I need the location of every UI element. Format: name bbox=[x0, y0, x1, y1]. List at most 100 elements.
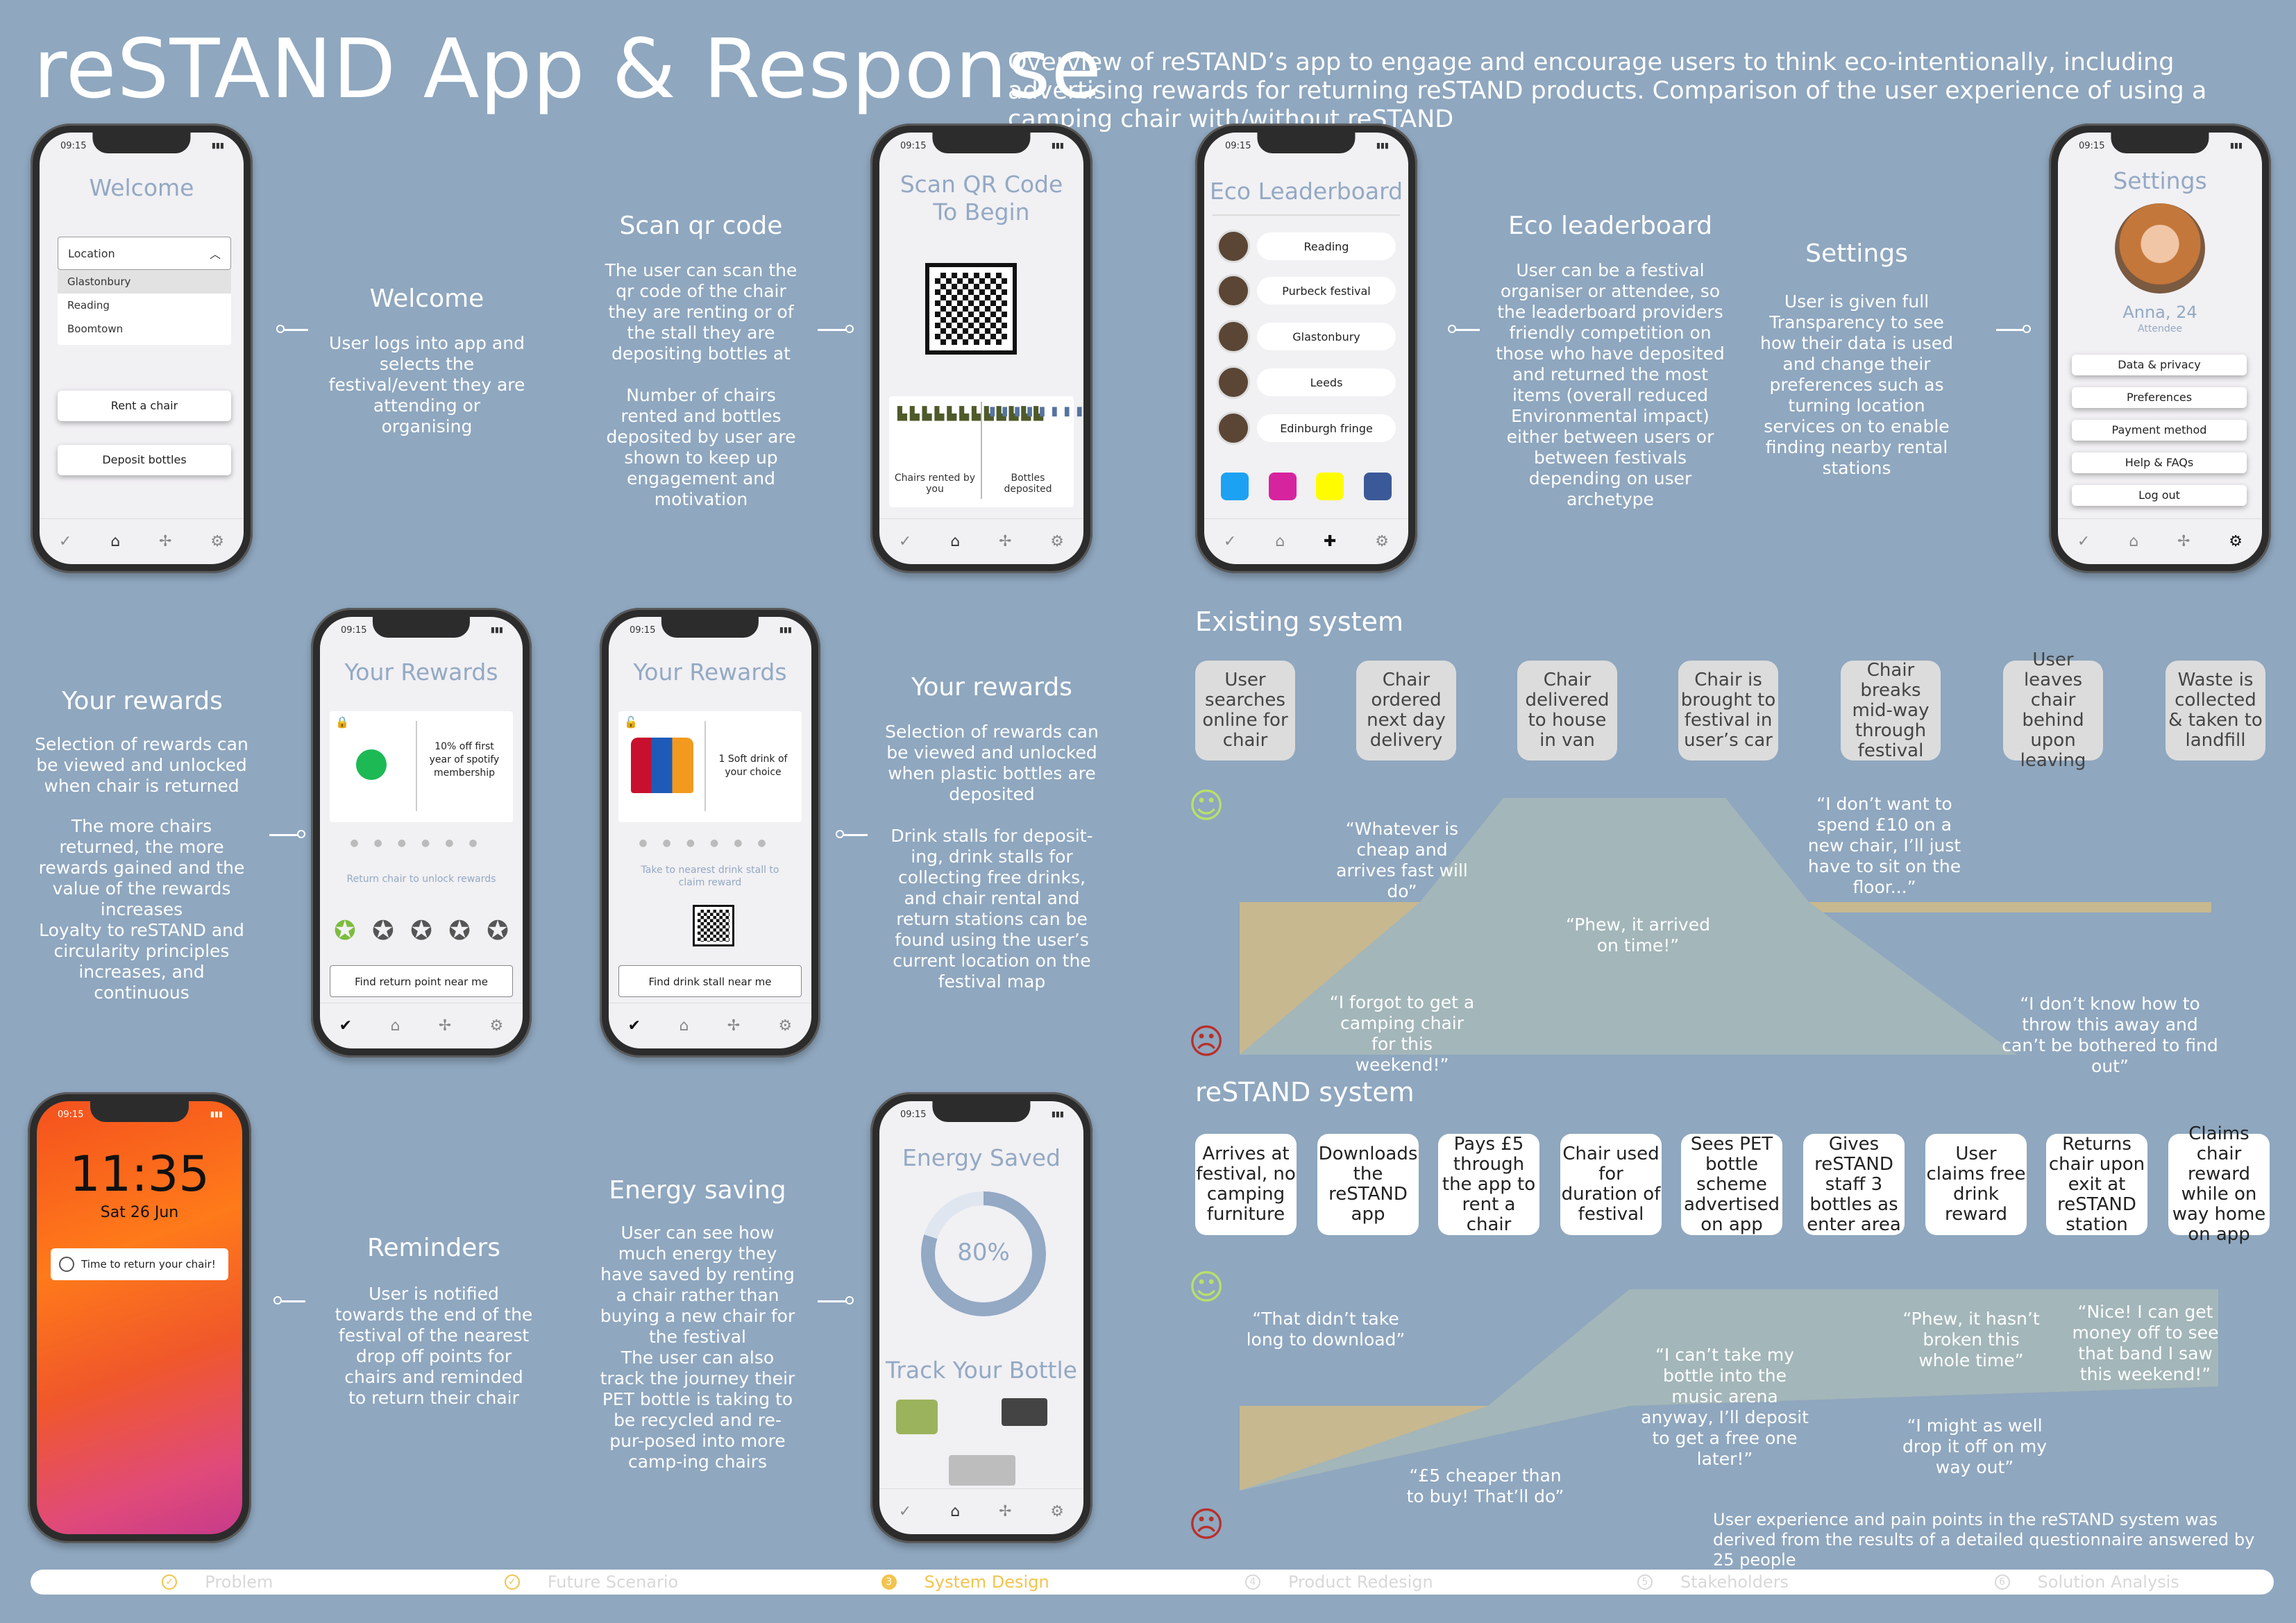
check-icon[interactable]: ✓ bbox=[899, 1503, 911, 1520]
nav-product-redesign[interactable]: 4 Product Redesign bbox=[1152, 1572, 1526, 1592]
gear-icon[interactable]: ⚙ bbox=[490, 1017, 504, 1035]
reminders-heading: Reminders bbox=[367, 1234, 500, 1262]
arrow-right bbox=[818, 1296, 854, 1305]
plus-icon[interactable]: ✢ bbox=[439, 1017, 451, 1035]
check-icon[interactable]: ✓ bbox=[2077, 533, 2090, 550]
plus-icon[interactable]: ✢ bbox=[999, 1503, 1011, 1520]
quote: “I forgot to get a camping chair for thi… bbox=[1329, 992, 1475, 1075]
gear-icon[interactable]: ⚙ bbox=[779, 1017, 793, 1035]
step-number-icon: 4 bbox=[1244, 1574, 1260, 1590]
qr-code[interactable] bbox=[925, 263, 1017, 355]
badge-icon[interactable]: ✪ bbox=[487, 915, 509, 946]
home-icon[interactable]: ⌂ bbox=[110, 533, 120, 550]
instagram-icon[interactable] bbox=[1268, 473, 1297, 500]
nav-system-design[interactable]: 3 System Design bbox=[778, 1572, 1152, 1592]
scan-phone: 09:15 ▮▮▮ Scan QR Code To Begin ▙▙▙▙▙▙▙▙… bbox=[870, 124, 1092, 573]
rewards-bottles-desc-2: Drink stalls for deposit-ing, drink stal… bbox=[890, 826, 1093, 992]
nav-problem[interactable]: ✓ Problem bbox=[31, 1572, 405, 1592]
badge-icon[interactable]: ✪ bbox=[372, 915, 394, 946]
preferences-button[interactable]: Preferences bbox=[2072, 387, 2247, 408]
chair-icons: ▙▙▙▙▙▙▙▙▙▙▙▙ bbox=[897, 407, 1047, 421]
gear-icon[interactable]: ⚙ bbox=[2229, 533, 2243, 550]
payment-method-button[interactable]: Payment method bbox=[2072, 420, 2247, 441]
divider bbox=[1213, 214, 1400, 216]
nav-solution-analysis[interactable]: 6 Solution Analysis bbox=[1900, 1572, 2274, 1592]
avatar bbox=[1217, 320, 1250, 353]
screen-title: Welcome bbox=[89, 174, 194, 201]
bottom-nav: ✓ ⌂ ✢ ⚙ bbox=[40, 518, 244, 564]
home-icon[interactable]: ⌂ bbox=[679, 1017, 689, 1035]
gear-icon[interactable]: ⚙ bbox=[1375, 533, 1389, 550]
profile-avatar[interactable] bbox=[2115, 203, 2205, 294]
snapchat-icon[interactable] bbox=[1316, 473, 1344, 500]
avatar bbox=[1217, 411, 1250, 445]
energy-percent: 80% bbox=[957, 1239, 1010, 1266]
leaderboard-row[interactable]: Edinburgh fringe bbox=[1217, 411, 1396, 445]
plus-icon[interactable]: ✢ bbox=[159, 533, 171, 550]
leaderboard-row[interactable]: Reading bbox=[1217, 230, 1396, 263]
plus-icon[interactable]: ✢ bbox=[999, 533, 1011, 550]
factory-icon bbox=[949, 1455, 1015, 1486]
existing-step: Chair delivered to house in van bbox=[1517, 661, 1617, 760]
rent-chair-button[interactable]: Rent a chair bbox=[58, 391, 231, 421]
help-faqs-button[interactable]: Help & FAQs bbox=[2072, 452, 2247, 473]
twitter-icon[interactable] bbox=[1221, 473, 1249, 500]
leaderboard-row[interactable]: Leeds bbox=[1217, 366, 1396, 399]
facebook-icon[interactable] bbox=[1363, 473, 1392, 500]
check-icon[interactable]: ✔ bbox=[628, 1017, 641, 1035]
survey-note: User experience and pain points in the r… bbox=[1713, 1510, 2255, 1570]
badge-icon[interactable]: ✪ bbox=[410, 915, 432, 946]
reward-card[interactable]: 🔓 1 Soft drink of your choice bbox=[618, 711, 802, 822]
home-icon[interactable]: ⌂ bbox=[1275, 533, 1285, 550]
check-icon[interactable]: ✔ bbox=[339, 1017, 352, 1035]
settings-phone: 09:15 ▮▮▮ Settings Anna, 24 Attendee Dat… bbox=[2049, 124, 2271, 573]
home-icon[interactable]: ⌂ bbox=[950, 1503, 960, 1520]
reward-card[interactable]: 🔒 10% off first year of spotify membersh… bbox=[330, 711, 513, 822]
option-boomtown[interactable]: Boomtown bbox=[58, 317, 231, 341]
badge-icon[interactable]: ✪ bbox=[448, 915, 471, 946]
reward-hint: Return chair to unlock rewards bbox=[346, 874, 496, 885]
home-icon[interactable]: ⌂ bbox=[2129, 533, 2138, 550]
gear-icon[interactable]: ⚙ bbox=[1050, 533, 1064, 550]
check-icon[interactable]: ✓ bbox=[899, 533, 911, 550]
existing-step: Waste is collected & taken to landfill bbox=[2166, 661, 2265, 760]
location-dropdown[interactable]: Location ︿ bbox=[58, 237, 231, 270]
home-icon[interactable]: ⌂ bbox=[950, 533, 960, 550]
data-privacy-button[interactable]: Data & privacy bbox=[2072, 355, 2247, 375]
reward-offer: 10% off first year of spotify membership bbox=[429, 741, 500, 779]
check-icon[interactable]: ✓ bbox=[1224, 533, 1236, 550]
section-nav: ✓ Problem ✓ Future Scenario 3 System Design… bbox=[31, 1570, 2274, 1595]
plus-icon[interactable]: ✚ bbox=[1324, 533, 1336, 550]
leaderboard-row[interactable]: Glastonbury bbox=[1217, 320, 1396, 353]
gear-icon[interactable]: ⚙ bbox=[210, 533, 224, 550]
log-out-button[interactable]: Log out bbox=[2072, 485, 2247, 506]
plus-icon[interactable]: ✢ bbox=[727, 1017, 740, 1035]
notification[interactable]: Time to return your chair! bbox=[51, 1248, 228, 1280]
find-drink-stall-button[interactable]: Find drink stall near me bbox=[618, 965, 802, 997]
check-icon[interactable]: ✓ bbox=[59, 533, 71, 550]
recycling-factory-icon bbox=[896, 1400, 938, 1434]
nav-future-scenario[interactable]: ✓ Future Scenario bbox=[405, 1572, 779, 1592]
screen-title: Settings bbox=[2113, 167, 2207, 194]
scan-heading: Scan qr code bbox=[619, 212, 783, 240]
option-reading[interactable]: Reading bbox=[58, 294, 231, 317]
leaderboard-row[interactable]: Purbeck festival bbox=[1217, 274, 1396, 307]
badge-unlocked-icon[interactable]: ✪ bbox=[334, 915, 356, 946]
option-glastonbury[interactable]: Glastonbury bbox=[58, 270, 231, 294]
plus-icon[interactable]: ✢ bbox=[2177, 533, 2190, 550]
nav-stakeholders[interactable]: 5 Stakeholders bbox=[1526, 1572, 1900, 1592]
divider bbox=[416, 721, 417, 811]
rewards-bottles-desc-1: Selection of rewards can be viewed and u… bbox=[885, 722, 1099, 804]
quote: “I can’t take my bottle into the music a… bbox=[1641, 1345, 1809, 1469]
welcome-heading: Welcome bbox=[369, 284, 484, 313]
home-icon[interactable]: ⌂ bbox=[390, 1017, 400, 1035]
deposit-bottles-button[interactable]: Deposit bottles bbox=[58, 445, 231, 475]
gear-icon[interactable]: ⚙ bbox=[1050, 1503, 1064, 1520]
step-number-icon: 5 bbox=[1637, 1574, 1653, 1590]
find-return-point-button[interactable]: Find return point near me bbox=[330, 965, 513, 997]
arrow-right bbox=[1996, 325, 2031, 333]
scan-desc-2: Number of chairs rented and bottles depo… bbox=[606, 385, 796, 509]
qr-code[interactable] bbox=[693, 905, 734, 946]
track-bottle-title: Track Your Bottle bbox=[886, 1357, 1077, 1384]
leaderboard-entry: Purbeck festival bbox=[1257, 277, 1396, 305]
